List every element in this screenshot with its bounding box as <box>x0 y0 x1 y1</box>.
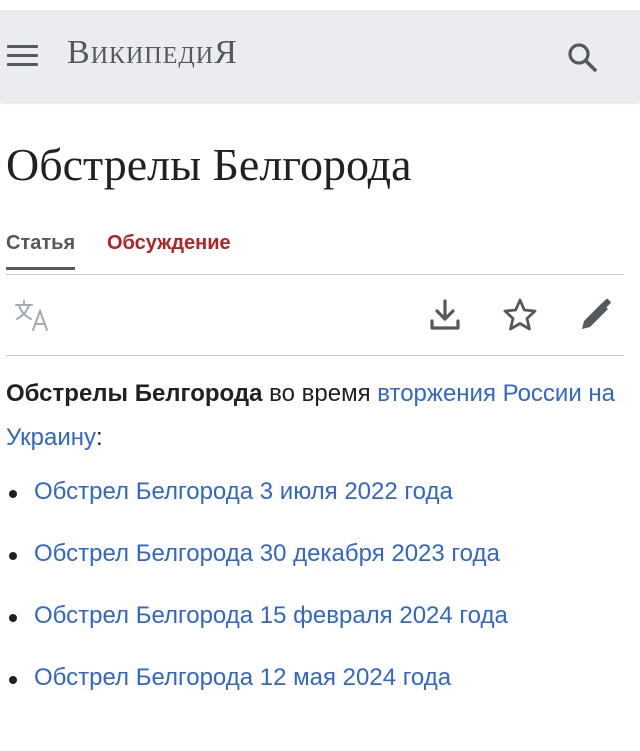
list-item: Обстрел Белгорода 3 июля 2022 года <box>6 470 626 532</box>
logo-initial: В <box>67 34 91 71</box>
shelling-link[interactable]: Обстрел Белгорода 12 мая 2024 года <box>34 664 451 691</box>
page-title: Обстрелы Белгорода <box>6 139 412 190</box>
status-area <box>0 0 640 10</box>
search-icon <box>568 43 597 72</box>
tab-article[interactable]: Статья <box>6 232 76 270</box>
download-button[interactable] <box>428 297 462 338</box>
shelling-link[interactable]: Обстрел Белгорода 15 февраля 2024 года <box>34 602 508 629</box>
list-item: Обстрел Белгорода 12 мая 2024 года <box>6 656 626 718</box>
watch-button[interactable] <box>502 297 538 338</box>
list-item: Обстрел Белгорода 15 февраля 2024 года <box>6 594 626 656</box>
page-tabs: Статья Обсуждение <box>6 226 624 275</box>
star-icon <box>503 298 537 331</box>
search-button[interactable] <box>562 36 604 78</box>
lead-bold: Обстрелы Белгорода <box>6 380 263 407</box>
shelling-list: Обстрел Белгорода 3 июля 2022 года Обстр… <box>6 470 626 718</box>
edit-button[interactable] <box>578 297 614 338</box>
language-icon <box>15 300 48 331</box>
article-content: Обстрелы Белгорода во время вторжения Ро… <box>6 372 626 718</box>
lead-text: во время <box>262 380 378 407</box>
tab-talk[interactable]: Обсуждение <box>107 232 231 255</box>
shelling-link[interactable]: Обстрел Белгорода 3 июля 2022 года <box>34 478 453 505</box>
page-actions-toolbar <box>6 275 624 356</box>
lead-paragraph: Обстрелы Белгорода во время вторжения Ро… <box>6 372 626 460</box>
logo-final: Я <box>214 34 238 71</box>
menu-button[interactable] <box>6 38 42 74</box>
list-item: Обстрел Белгорода 30 декабря 2023 года <box>6 532 626 594</box>
logo-middle: икипеди <box>90 34 215 71</box>
shelling-link[interactable]: Обстрел Белгорода 30 декабря 2023 года <box>34 540 500 567</box>
download-icon <box>430 299 460 330</box>
wikipedia-logo[interactable]: ВикипедиЯ <box>67 34 238 72</box>
lead-end: : <box>96 424 103 451</box>
edit-icon <box>582 298 611 329</box>
site-header: ВикипедиЯ <box>0 10 640 102</box>
language-button[interactable] <box>14 299 52 338</box>
